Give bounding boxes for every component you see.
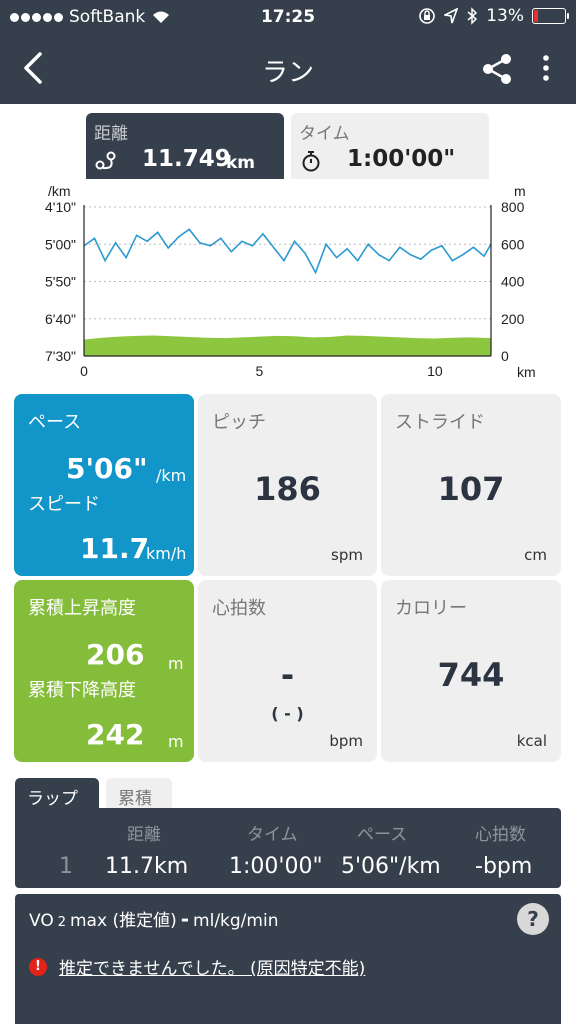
time-label: タイム (299, 124, 350, 144)
lap-row-hr: -bpm (475, 854, 533, 879)
route-icon (95, 151, 116, 170)
lap-row-time: 1:00'00" (229, 854, 323, 879)
calorie-label: カロリー (395, 598, 467, 619)
pitch-tile: ピッチ 186 spm (198, 394, 377, 576)
time-value: 1:00'00" (347, 146, 456, 172)
hr-label: 心拍数 (212, 598, 266, 619)
speed-value: 11.7 (80, 532, 150, 565)
vo2-value: - (180, 907, 190, 931)
x-unit-label: km (517, 364, 536, 380)
y-left-tick-label: 6'40" (45, 311, 76, 327)
pace-elevation-chart: 4'10" 5'00" 5'50" 6'40" 7'30" 800 600 400 200 0 0 5… (45, 183, 536, 380)
vo2-error-link[interactable]: 推定できませんでした。 (原因特定不能) (59, 954, 365, 979)
x-tick-label: 5 (256, 363, 264, 379)
lap-table: 距離 タイム ペース 心拍数 1 11.7km 1:00'00" 5'06"/k… (15, 808, 561, 888)
hr-sub-value: ( - ) (271, 704, 304, 723)
lap-header-distance: 距離 (127, 825, 161, 845)
pitch-value: 186 (254, 470, 321, 508)
y-left-tick-label: 5'00" (45, 236, 76, 252)
more-options-icon[interactable] (534, 52, 558, 86)
vo2max-panel: VO 2 max (推定値) - ml/kg/min ? ! 推定できませんでし… (15, 894, 561, 1024)
stride-unit: cm (524, 546, 547, 564)
lap-row-index: 1 (59, 854, 73, 879)
calorie-value: 744 (437, 656, 505, 694)
x-tick-label: 0 (80, 363, 88, 379)
pace-unit: /km (156, 466, 187, 485)
vo2-label-subscript: 2 (57, 915, 66, 930)
y-right-tick-label: 400 (501, 274, 525, 290)
y-left-tick-label: 5'50" (45, 274, 76, 290)
tab-cumulative[interactable]: 累積 (106, 778, 172, 810)
ascent-label: 累積上昇高度 (28, 598, 136, 619)
y-left-tick-label: 7'30" (45, 348, 76, 364)
stopwatch-icon (302, 151, 320, 172)
distance-value: 11.749 (142, 146, 231, 172)
error-icon: ! (29, 957, 47, 976)
y-right-tick-label: 800 (501, 199, 525, 215)
vo2-label-max: max (推定値) (70, 911, 177, 931)
pace-value: 5'06" (66, 452, 148, 485)
bluetooth-icon (467, 7, 478, 25)
descent-unit: m (168, 732, 184, 751)
lap-header-time: タイム (247, 825, 298, 845)
y-right-unit-label: m (514, 183, 526, 199)
pace-line (83, 228, 492, 275)
distance-unit: km (226, 153, 256, 173)
share-icon[interactable] (480, 52, 514, 86)
stride-tile: ストライド 107 cm (381, 394, 561, 576)
location-icon (444, 8, 459, 24)
descent-value: 242 (86, 718, 145, 751)
ascent-unit: m (168, 654, 184, 673)
pitch-label: ピッチ (212, 412, 266, 433)
x-tick-label: 10 (427, 363, 443, 379)
y-right-tick-label: 600 (501, 236, 525, 252)
tab-lap[interactable]: ラップ (15, 778, 99, 810)
elevation-area (84, 335, 491, 356)
lap-row-distance: 11.7km (105, 854, 189, 879)
y-left-unit-label: /km (48, 183, 71, 199)
lap-header-pace: ペース (357, 825, 408, 845)
distance-tab[interactable]: 距離 11.749 km (86, 113, 284, 179)
pitch-unit: spm (331, 546, 363, 564)
rotation-lock-icon (419, 8, 436, 24)
calorie-tile: カロリー 744 kcal (381, 580, 561, 762)
stride-label: ストライド (395, 412, 485, 433)
elevation-tile: 累積上昇高度 206 m 累積下降高度 242 m (14, 580, 194, 762)
y-right-tick-label: 0 (501, 348, 509, 364)
time-tab[interactable]: タイム 1:00'00" (291, 113, 489, 179)
nav-bar: ラン (0, 34, 576, 104)
distance-label: 距離 (94, 124, 128, 144)
battery-icon (532, 8, 569, 24)
y-left-tick-label: 4'10" (45, 199, 76, 215)
vo2-unit: ml/kg/min (193, 911, 279, 931)
speed-unit: km/h (146, 544, 187, 563)
vo2-label-vo: VO (29, 911, 54, 931)
lap-header-hr: 心拍数 (475, 825, 526, 845)
status-bar: SoftBank 17:25 13% (0, 0, 576, 34)
stride-value: 107 (437, 470, 505, 508)
hr-value: - (280, 656, 295, 694)
heart-rate-tile: 心拍数 - ( - ) bpm (198, 580, 377, 762)
ascent-value: 206 (86, 638, 145, 671)
pace-label: ペース (28, 412, 82, 433)
hr-unit: bpm (329, 732, 363, 750)
pace-speed-tile: ペース 5'06" /km スピード 11.7 km/h (14, 394, 194, 576)
battery-percent: 13% (486, 6, 524, 26)
descent-label: 累積下降高度 (28, 680, 136, 701)
speed-label: スピード (28, 494, 100, 515)
help-icon[interactable]: ? (517, 903, 549, 935)
calorie-unit: kcal (516, 732, 547, 750)
lap-row-pace: 5'06"/km (341, 854, 441, 879)
y-right-tick-label: 200 (501, 311, 525, 327)
